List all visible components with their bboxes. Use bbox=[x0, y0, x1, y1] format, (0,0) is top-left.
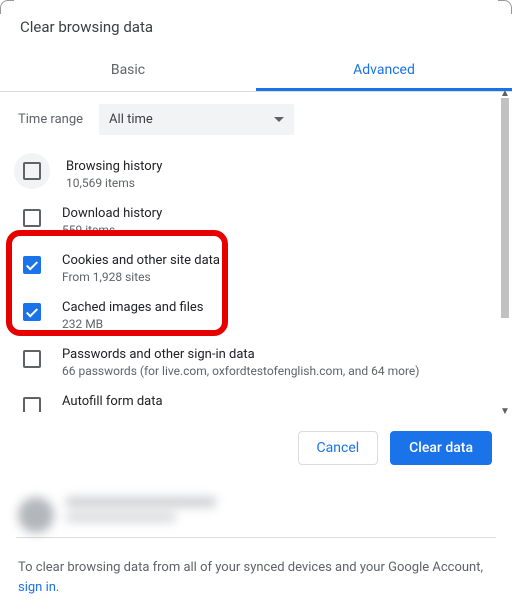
tab-advanced[interactable]: Advanced bbox=[256, 50, 512, 91]
scrollbar[interactable] bbox=[501, 98, 509, 406]
item-sub: From 1,928 sites bbox=[62, 270, 220, 284]
chevron-down-icon bbox=[274, 117, 284, 122]
item-label: Cookies and other site data bbox=[62, 253, 220, 268]
item-sub: 66 passwords (for live.com, oxfordtestof… bbox=[62, 364, 419, 378]
dialog-title: Clear browsing data bbox=[0, 0, 512, 44]
item-autofill[interactable]: Autofill form data 2 addresses, 892 othe… bbox=[18, 384, 490, 412]
checkbox-autofill[interactable] bbox=[23, 397, 41, 412]
item-label: Passwords and other sign-in data bbox=[62, 347, 419, 362]
checkbox-cookies[interactable] bbox=[23, 256, 41, 274]
checkbox-download-history[interactable] bbox=[23, 209, 41, 227]
tab-basic[interactable]: Basic bbox=[0, 50, 256, 91]
tabs: Basic Advanced bbox=[0, 50, 512, 92]
avatar bbox=[18, 497, 54, 533]
scroll-up-icon[interactable]: ▲ bbox=[500, 88, 510, 98]
time-range-label: Time range bbox=[18, 112, 83, 127]
item-sub: 559 items bbox=[62, 223, 162, 237]
item-download-history[interactable]: Download history 559 items bbox=[18, 196, 490, 243]
footnote-text: To clear browsing data from all of your … bbox=[18, 560, 483, 575]
time-range-value: All time bbox=[109, 112, 153, 127]
item-passwords[interactable]: Passwords and other sign-in data 66 pass… bbox=[18, 337, 490, 384]
item-cached[interactable]: Cached images and files 232 MB bbox=[18, 290, 490, 337]
time-range-row: Time range All time bbox=[18, 104, 490, 135]
checkbox-cached[interactable] bbox=[23, 303, 41, 321]
checkbox-passwords[interactable] bbox=[23, 350, 41, 368]
time-range-select[interactable]: All time bbox=[99, 104, 294, 135]
scroll-area: Time range All time Browsing history 10,… bbox=[0, 92, 512, 412]
item-sub: 10,569 items bbox=[66, 176, 162, 190]
dialog-corner-tr bbox=[498, 0, 512, 14]
account-name-redacted bbox=[66, 497, 216, 507]
scroll-down-icon[interactable]: ▼ bbox=[500, 406, 510, 416]
cancel-button[interactable]: Cancel bbox=[298, 431, 379, 465]
account-email-redacted bbox=[66, 513, 176, 522]
item-cookies[interactable]: Cookies and other site data From 1,928 s… bbox=[18, 243, 490, 290]
item-browsing-history[interactable]: Browsing history 10,569 items bbox=[18, 149, 490, 196]
footnote: To clear browsing data from all of your … bbox=[0, 538, 512, 597]
item-sub: 232 MB bbox=[62, 317, 203, 331]
footnote-suffix: . bbox=[56, 580, 59, 595]
item-sub: 2 addresses, 892 other suggestions bbox=[62, 411, 252, 412]
item-label: Autofill form data bbox=[62, 394, 252, 409]
scrollbar-thumb[interactable] bbox=[501, 98, 509, 318]
clear-data-button[interactable]: Clear data bbox=[390, 431, 492, 465]
account-section bbox=[0, 483, 512, 537]
item-label: Browsing history bbox=[66, 159, 162, 174]
sign-in-link[interactable]: sign in bbox=[18, 580, 56, 595]
item-label: Cached images and files bbox=[62, 300, 203, 315]
clear-browsing-data-dialog: Clear browsing data Basic Advanced Time … bbox=[0, 0, 512, 615]
checkbox-browsing-history[interactable] bbox=[23, 162, 41, 180]
dialog-actions: Cancel Clear data bbox=[0, 412, 512, 483]
dialog-corner-tl bbox=[0, 0, 14, 14]
item-label: Download history bbox=[62, 206, 162, 221]
